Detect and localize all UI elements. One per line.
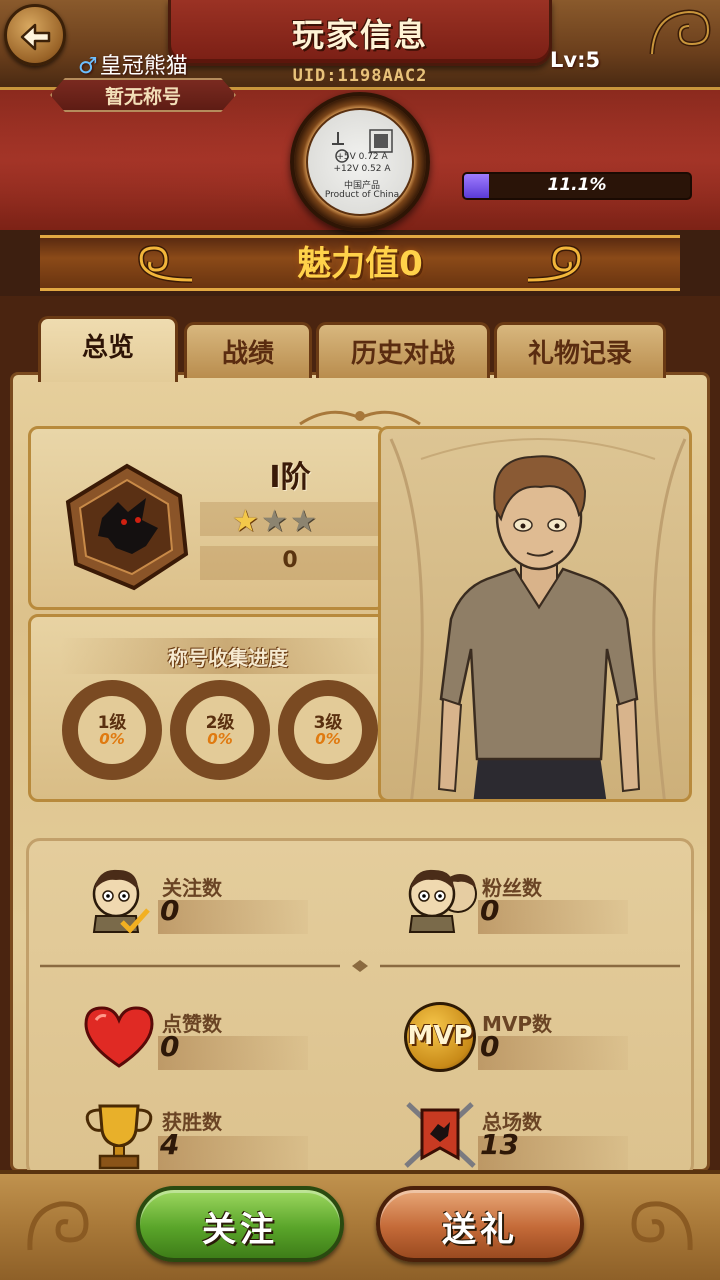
player-name-text: 皇冠熊猫 xyxy=(99,54,188,79)
title-badge-text: 暂无称号 xyxy=(104,86,181,108)
ring-percent: 0% xyxy=(207,730,233,748)
player-name: ♂皇冠熊猫 xyxy=(78,48,188,80)
page-title: 玩家信息 xyxy=(291,16,428,54)
charm-label: 魅力值 xyxy=(297,244,400,284)
stats-divider xyxy=(40,960,680,972)
stat-value-bg xyxy=(158,900,308,934)
avatar-text-line: Product of China xyxy=(324,190,400,200)
back-button[interactable] xyxy=(4,4,66,66)
heart-icon xyxy=(84,1006,154,1068)
stat-value-bg xyxy=(478,900,628,934)
mvp-value: 0 xyxy=(480,1030,500,1063)
star-filled-icon: ★ xyxy=(232,504,259,539)
fans-value: 0 xyxy=(480,894,500,927)
stat-value-bg xyxy=(158,1036,308,1070)
rank-stars: ★★★ xyxy=(232,504,319,539)
stat-value-bg xyxy=(478,1036,628,1070)
tab-match-history[interactable]: 历史对战 xyxy=(316,322,490,378)
star-empty-icon: ★ xyxy=(260,504,288,539)
bottom-ornament-right xyxy=(631,1201,693,1251)
charm-value: 魅力值0 xyxy=(0,236,720,285)
likes-value: 0 xyxy=(160,1030,180,1063)
tab-records[interactable]: 战绩 xyxy=(184,322,312,378)
wolf-rank-emblem-icon xyxy=(65,463,189,591)
fans-avatar-icon xyxy=(408,869,477,933)
bottom-action-bar xyxy=(0,1170,720,1280)
follows-value: 0 xyxy=(160,894,180,927)
stat-value-bg xyxy=(158,1136,308,1170)
male-gender-icon: ♂ xyxy=(78,54,98,79)
battle-banner-icon xyxy=(404,1102,476,1168)
rank-points: 0 xyxy=(282,548,298,573)
ring-percent: 0% xyxy=(315,730,341,748)
avatar[interactable]: +5V 0.72 A +12V 0.52 A 中国产品 Product of C… xyxy=(306,108,414,216)
tab-overview[interactable]: 总览 xyxy=(38,316,178,382)
character-portrait xyxy=(378,426,692,802)
bottom-ornament-left xyxy=(27,1201,89,1251)
send-gift-button-label: 送礼 xyxy=(442,1210,518,1250)
charm-number: 0 xyxy=(399,244,423,284)
character-illustration xyxy=(389,438,687,799)
total-value: 13 xyxy=(480,1128,519,1161)
corner-ornament xyxy=(649,9,711,55)
level-text: Lv:5 xyxy=(550,48,601,72)
wins-value: 4 xyxy=(160,1128,180,1161)
ring-percent: 0% xyxy=(99,730,125,748)
star-empty-icon: ★ xyxy=(289,504,317,539)
exp-percent-text: 11.1% xyxy=(547,175,607,195)
follow-avatar-icon xyxy=(92,869,150,934)
avatar-text-line: +12V 0.52 A xyxy=(333,164,391,174)
follow-button[interactable]: 关注 xyxy=(136,1186,344,1262)
avatar-label-icon xyxy=(332,129,393,163)
send-gift-button[interactable]: 送礼 xyxy=(376,1186,584,1262)
rank-name: I阶 xyxy=(269,460,311,495)
mvp-badge-text: MVP xyxy=(407,1021,473,1051)
avatar-text-line: +5V 0.72 A xyxy=(336,152,388,162)
mvp-medal-icon: MVP xyxy=(404,1002,476,1072)
back-arrow-icon xyxy=(20,23,51,51)
tab-gift-records[interactable]: 礼物记录 xyxy=(494,322,666,378)
collection-title: 称号收集进度 xyxy=(168,646,288,670)
follow-button-label: 关注 xyxy=(202,1210,278,1250)
trophy-icon xyxy=(85,1104,153,1170)
